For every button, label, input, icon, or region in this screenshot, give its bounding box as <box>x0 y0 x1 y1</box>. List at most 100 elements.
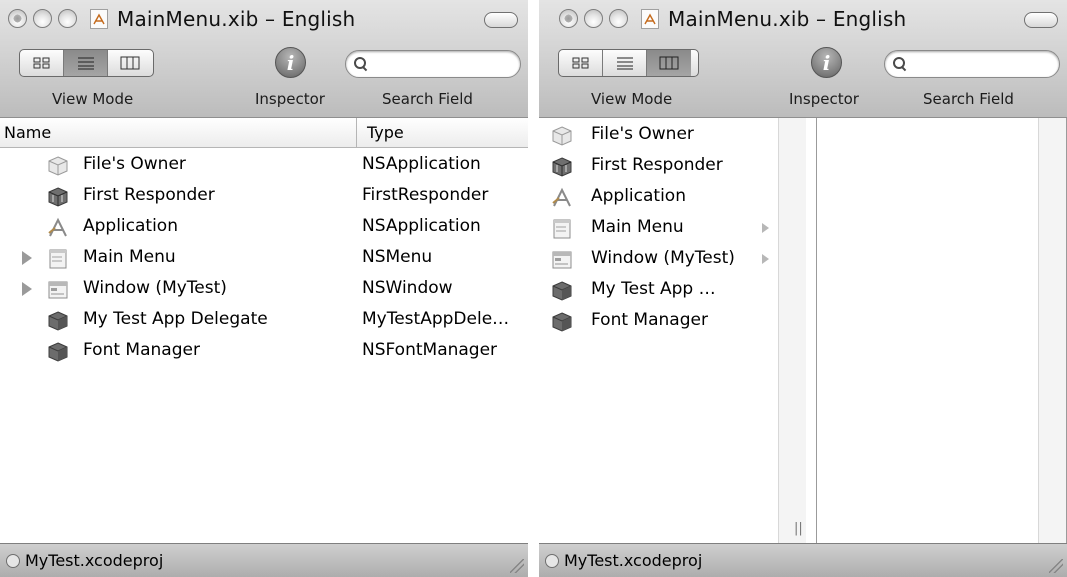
toolbar-toggle-button[interactable] <box>484 12 518 28</box>
row-name: File's Owner <box>591 124 694 144</box>
window-icon <box>48 281 68 299</box>
table-row[interactable]: First Responder FirstResponder <box>0 181 528 212</box>
browser-row[interactable]: First Responder <box>547 151 787 182</box>
browser-row[interactable]: File's Owner <box>547 120 787 151</box>
row-type: NSMenu <box>362 247 433 267</box>
row-type: NSApplication <box>362 216 481 236</box>
expand-arrow-icon <box>762 223 769 233</box>
row-name: Application <box>83 216 178 236</box>
object-cube-icon <box>552 281 572 301</box>
disclosure-triangle-icon[interactable] <box>22 251 32 265</box>
menu-icon <box>553 219 571 239</box>
project-name[interactable]: MyTest.xcodeproj <box>564 551 702 570</box>
window-title-bar: MainMenu.xib – English <box>90 5 355 33</box>
row-name: My Test App … <box>591 279 716 299</box>
search-input[interactable] <box>372 56 472 72</box>
close-window-button[interactable] <box>559 9 578 28</box>
window-gap <box>528 0 539 577</box>
files-owner-cube-icon <box>48 156 68 176</box>
list-view-button[interactable] <box>603 50 647 76</box>
object-cube-icon <box>48 311 68 331</box>
row-name: My Test App Delegate <box>83 309 268 329</box>
xib-document-icon <box>641 9 659 29</box>
resize-grip-icon[interactable] <box>510 559 524 573</box>
row-type: NSApplication <box>362 154 481 174</box>
toolbar-toggle-button[interactable] <box>1024 12 1058 28</box>
first-responder-cube-icon <box>48 187 68 207</box>
table-row[interactable]: My Test App Delegate MyTestAppDele… <box>0 305 528 336</box>
outline-column-header: Name Type <box>0 118 528 148</box>
inspector-info-icon[interactable]: i <box>275 47 306 78</box>
columns-icon <box>659 56 679 70</box>
list-lines-icon <box>616 57 633 70</box>
xib-document-icon <box>90 9 108 29</box>
type-column-header[interactable]: Type <box>367 123 404 142</box>
row-name: Window (MyTest) <box>591 248 735 268</box>
view-mode-control <box>558 49 699 77</box>
column-scrollbar[interactable] <box>778 118 806 544</box>
magnifier-icon <box>354 57 368 71</box>
zoom-window-button[interactable] <box>58 9 77 28</box>
list-view-button[interactable] <box>64 50 108 76</box>
magnifier-icon <box>893 57 907 71</box>
table-row[interactable]: Main Menu NSMenu <box>0 243 528 274</box>
columns-icon <box>120 56 140 70</box>
browser-row[interactable]: Window (MyTest) <box>547 244 787 275</box>
icon-view-button[interactable] <box>20 50 64 76</box>
window-toolbar: MainMenu.xib – English i View Mode Inspe… <box>0 0 528 118</box>
project-circle-icon <box>6 553 20 568</box>
zoom-window-button[interactable] <box>609 9 628 28</box>
table-row[interactable]: Window (MyTest) NSWindow <box>0 274 528 305</box>
window-title: MainMenu.xib – English <box>117 7 356 31</box>
icon-view-button[interactable] <box>559 50 603 76</box>
view-mode-control <box>19 49 154 77</box>
row-name: File's Owner <box>83 154 186 174</box>
column-view-button[interactable] <box>108 50 152 76</box>
browser-row[interactable]: Main Menu <box>547 213 787 244</box>
row-type: MyTestAppDele… <box>362 309 510 329</box>
table-row[interactable]: Font Manager NSFontManager <box>0 336 528 367</box>
name-column-header[interactable]: Name <box>4 123 51 142</box>
disclosure-triangle-icon[interactable] <box>22 282 32 296</box>
project-name[interactable]: MyTest.xcodeproj <box>25 551 163 570</box>
row-name: Font Manager <box>83 340 200 360</box>
column-view-button[interactable] <box>647 50 691 76</box>
column-resize-handle[interactable]: || <box>794 521 803 536</box>
application-icon <box>48 217 67 237</box>
xib-window-column-mode: MainMenu.xib – English i View Mode Inspe… <box>539 0 1067 577</box>
column-divider[interactable] <box>356 118 357 148</box>
search-field[interactable] <box>345 50 521 78</box>
inspector-label: Inspector <box>255 90 325 108</box>
view-mode-label: View Mode <box>591 90 673 108</box>
column-browser: File's Owner First Responder Application… <box>547 118 1067 545</box>
application-icon <box>552 187 571 207</box>
row-type: FirstResponder <box>362 185 489 205</box>
search-field[interactable] <box>884 50 1060 78</box>
browser-column-2 <box>817 118 1067 544</box>
inspector-info-icon[interactable]: i <box>811 47 842 78</box>
table-row[interactable]: Application NSApplication <box>0 212 528 243</box>
status-bar: MyTest.xcodeproj <box>539 543 1067 577</box>
row-name: First Responder <box>591 155 723 175</box>
column-scrollbar[interactable] <box>1038 118 1066 544</box>
minimize-window-button[interactable] <box>33 9 52 28</box>
row-type: NSFontManager <box>362 340 498 360</box>
browser-row[interactable]: Font Manager <box>547 306 787 337</box>
browser-row[interactable]: My Test App … <box>547 275 787 306</box>
window-icon <box>552 251 572 269</box>
table-row[interactable]: File's Owner NSApplication <box>0 150 528 181</box>
browser-column-1: File's Owner First Responder Application… <box>547 118 817 544</box>
close-window-button[interactable] <box>8 9 27 28</box>
minimize-window-button[interactable] <box>584 9 603 28</box>
project-circle-icon <box>545 553 559 568</box>
window-toolbar: MainMenu.xib – English i View Mode Inspe… <box>539 0 1067 118</box>
resize-grip-icon[interactable] <box>1049 559 1063 573</box>
icon-grid-icon <box>572 57 588 69</box>
list-lines-icon <box>77 57 94 70</box>
search-input[interactable] <box>911 56 1011 72</box>
browser-row[interactable]: Application <box>547 182 787 213</box>
menu-icon <box>49 249 67 269</box>
object-cube-icon <box>48 342 68 362</box>
row-name: Application <box>591 186 686 206</box>
search-field-label: Search Field <box>923 90 1014 108</box>
